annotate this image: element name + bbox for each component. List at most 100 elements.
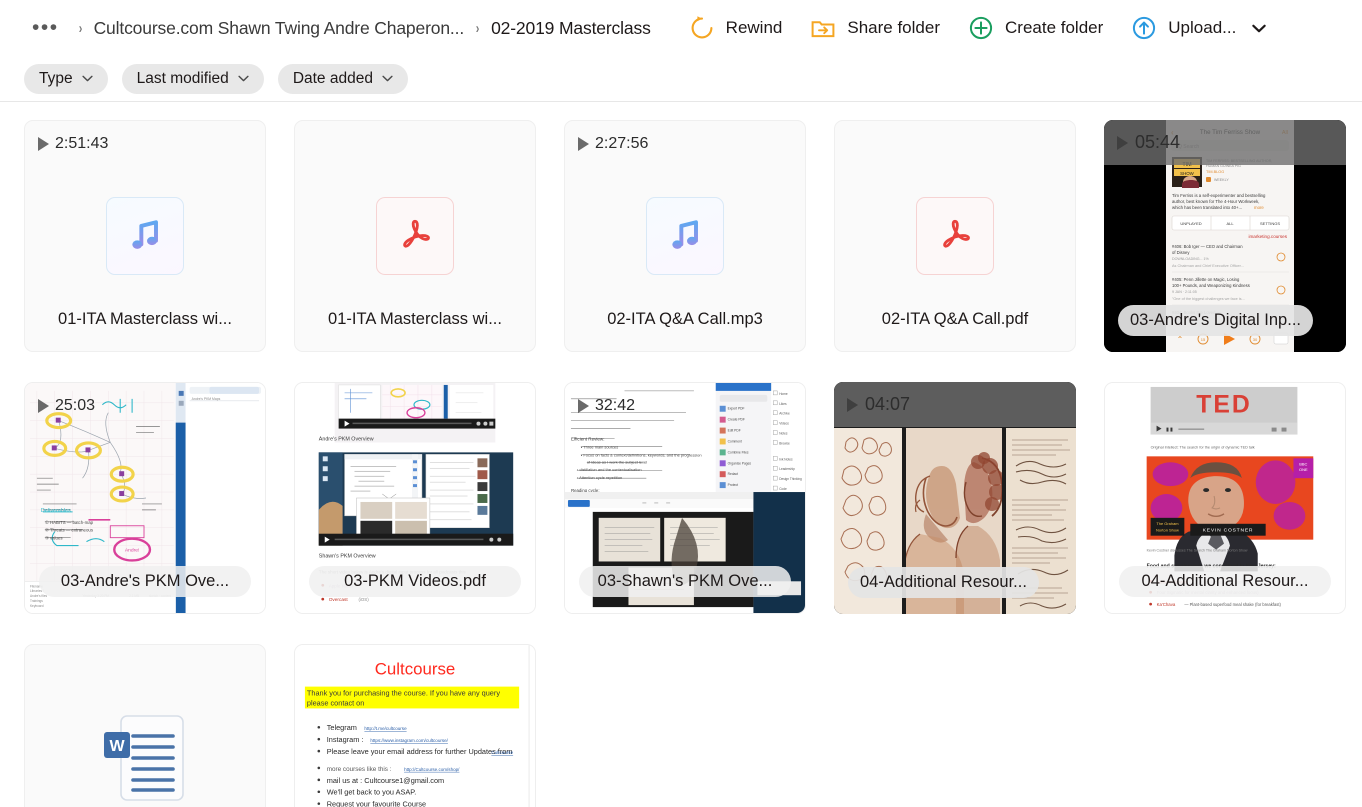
duration-bar: 04:07 (834, 382, 1076, 427)
svg-text:Cultcourse: Cultcourse (375, 660, 456, 679)
svg-text:Telegram: Telegram (327, 723, 357, 732)
svg-text:Leadership: Leadership (779, 467, 795, 471)
svg-text:"One of the biggest challenges: "One of the biggest challenges we face i… (1172, 297, 1245, 301)
svg-text:http://t.me/cultcourse: http://t.me/cultcourse (364, 726, 407, 731)
filter-last-modified-button[interactable]: Last modified (121, 63, 264, 94)
svg-text:SETTINGS: SETTINGS (1260, 221, 1280, 226)
svg-text:30: 30 (1253, 337, 1258, 342)
svg-text:The Graham: The Graham (1156, 521, 1179, 526)
svg-text:UNPLAYED: UNPLAYED (1180, 221, 1201, 226)
svg-text:We'll get back to you ASAP.: We'll get back to you ASAP. (327, 788, 417, 797)
file-card[interactable]: 01-ITA Masterclass wi... (294, 120, 536, 352)
duration-text: 04:07 (865, 394, 911, 414)
filter-date-added-button[interactable]: Date added (277, 63, 408, 94)
duration-badge: 2:51:43 (38, 135, 108, 153)
file-card[interactable]: W (24, 644, 266, 807)
file-card[interactable]: 02-ITA Q&A Call.pdf (834, 120, 1076, 352)
top-toolbar: ••• › Cultcourse.com Shawn Twing Andre C… (0, 0, 1362, 56)
svg-text:• distillation and the context: • distillation and the contextualisation (577, 467, 642, 472)
rewind-button[interactable]: Rewind (675, 8, 797, 48)
svg-text:— Plant-based superfood meal s: — Plant-based superfood meal shake (for … (1184, 602, 1281, 607)
file-card[interactable]: Deliverables ① HABITS — batch-map ② Thre… (24, 382, 266, 614)
document-thumbnail: Cultcourse Thank you for purchasing the … (295, 645, 535, 807)
file-name: 03-Andre's PKM Ove... (39, 566, 251, 597)
svg-text:Likes: Likes (779, 402, 787, 406)
file-card[interactable]: The Tim Ferriss Show ‹ All Q Search TIM … (1104, 120, 1346, 352)
audio-file-icon (646, 197, 724, 275)
svg-text:Design Thinking: Design Thinking (779, 477, 802, 481)
svg-text:Andre's PKM Overview: Andre's PKM Overview (319, 436, 374, 442)
share-folder-button[interactable]: Share folder (796, 8, 954, 48)
file-card[interactable]: 2:51:43 01-ITA Masterclass wi... (24, 120, 266, 352)
svg-text:TIM.BLOG: TIM.BLOG (1206, 170, 1224, 174)
file-name: 03-Andre's Digital Inp... (1118, 305, 1313, 336)
file-name: 02-ITA Q&A Call.pdf (881, 310, 1029, 328)
play-triangle-icon (38, 399, 49, 413)
svg-text:SHOW: SHOW (1180, 171, 1195, 176)
breadcrumb-separator-icon: › (475, 19, 480, 37)
file-card[interactable]: 2:27:56 02-ITA Q&A Call.mp3 (564, 120, 806, 352)
duration-bar: 05:44 (1104, 120, 1346, 165)
file-name: 01-ITA Masterclass wi... (328, 310, 502, 328)
audio-file-icon (106, 197, 184, 275)
svg-text:Andre!: Andre! (125, 548, 140, 554)
file-name: 01-ITA Masterclass wi... (58, 310, 232, 328)
svg-text:Original Intellect: The search: Original Intellect: The search for the o… (1151, 445, 1255, 449)
svg-text:Code: Code (779, 487, 787, 491)
share-folder-icon (810, 15, 836, 41)
upload-menu-chevron-down-icon[interactable] (1246, 18, 1272, 39)
filter-type-button[interactable]: Type (24, 63, 108, 94)
filter-date-added-label: Date added (292, 69, 373, 87)
breadcrumb-separator-icon: › (78, 19, 82, 37)
svg-text:Request your favourite Course: Request your favourite Course (327, 800, 426, 807)
svg-text:Tim Ferriss is a self-experime: Tim Ferriss is a self-experimenter and b… (1172, 193, 1266, 198)
svg-text:Export PDF: Export PDF (728, 407, 745, 411)
toolbar-actions: Rewind Share folder Create folder Upload… (675, 8, 1273, 48)
svg-text:⌃: ⌃ (1177, 335, 1184, 344)
file-card[interactable]: Andre's PKM Overview Shawn's PKM Overvie… (294, 382, 536, 614)
share-folder-label: Share folder (847, 18, 940, 37)
duration-text: 2:51:43 (55, 135, 109, 152)
svg-text:Browse: Browse (779, 441, 790, 445)
rewind-icon (689, 15, 715, 41)
svg-text:Create PDF: Create PDF (728, 418, 745, 422)
breadcrumb-overflow-button[interactable]: ••• (24, 17, 67, 38)
duration-badge: 32:42 (578, 397, 635, 415)
breadcrumb-item-parent[interactable]: Cultcourse.com Shawn Twing Andre Chapero… (94, 18, 465, 39)
file-card[interactable]: Efficient Review: • Three main sources •… (564, 382, 806, 614)
upload-label: Upload... (1168, 18, 1237, 37)
svg-text:Protect: Protect (728, 483, 738, 487)
svg-text:please contact on: please contact on (307, 698, 364, 707)
svg-text:Combine Files: Combine Files (728, 450, 749, 454)
file-card[interactable]: TED Original Intellect: The search for t… (1104, 382, 1346, 614)
svg-text:ONE: ONE (1299, 467, 1308, 472)
svg-text:Home: Home (779, 392, 788, 396)
svg-text:author, best known for The 4-H: author, best known for The 4-Hour Workwe… (1172, 199, 1260, 204)
file-card[interactable]: 04:07 04-Additional Resour... (834, 382, 1076, 614)
svg-text:Deliverables: Deliverables (41, 508, 71, 514)
rewind-label: Rewind (725, 18, 783, 37)
file-card[interactable]: Cultcourse Thank you for purchasing the … (294, 644, 536, 807)
breadcrumb: ••• › Cultcourse.com Shawn Twing Andre C… (24, 17, 651, 39)
svg-text:#405: Penn Jillette on Magic,: #405: Penn Jillette on Magic, Losing (1172, 277, 1240, 282)
duration-text: 25:03 (55, 397, 96, 414)
svg-text:Notes: Notes (779, 432, 788, 436)
play-triangle-icon (578, 399, 589, 413)
svg-text:Redact: Redact (728, 472, 738, 476)
svg-text:Norton Show: Norton Show (1156, 528, 1179, 533)
file-name: 03-Shawn's PKM Ove... (579, 566, 791, 597)
svg-text:Instagram :: Instagram : (327, 735, 364, 744)
create-folder-button[interactable]: Create folder (954, 8, 1117, 48)
upload-button[interactable]: Upload... (1117, 8, 1250, 48)
chevron-down-icon (81, 75, 93, 82)
svg-text:Kevin Costner discusses The Se: Kevin Costner discusses The Search The G… (1147, 549, 1248, 553)
file-name: 04-Additional Resour... (848, 567, 1039, 598)
svg-text:• Three main sources: • Three main sources (581, 444, 618, 449)
svg-text:(iOS): (iOS) (358, 597, 369, 602)
pdf-file-icon (916, 197, 994, 275)
breadcrumb-item-current[interactable]: 02-2019 Masterclass (491, 18, 651, 39)
svg-text:more: more (1254, 205, 1264, 210)
svg-text:Edit PDF: Edit PDF (728, 429, 741, 433)
svg-text:Overcast: Overcast (329, 597, 349, 603)
svg-text:Keyboard: Keyboard (30, 604, 44, 608)
